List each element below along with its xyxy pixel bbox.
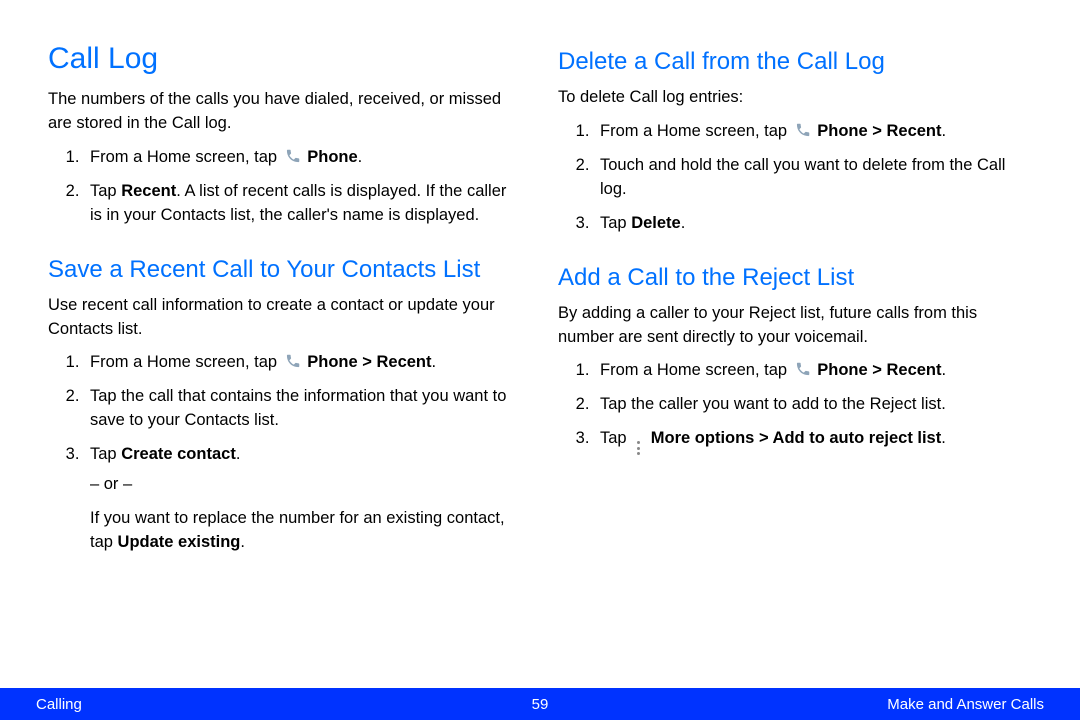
text: Tap — [90, 445, 121, 463]
text: Tap — [90, 182, 121, 200]
text: . — [942, 361, 947, 379]
phone-icon — [285, 148, 301, 164]
text: . — [942, 122, 947, 140]
bold-recent: Recent — [121, 182, 176, 200]
alt-instruction: If you want to replace the number for an… — [90, 507, 522, 555]
step-2: Tap Recent. A list of recent calls is di… — [84, 180, 522, 228]
text: . — [681, 214, 686, 232]
footer-section-right: Make and Answer Calls — [887, 696, 1044, 713]
step-2: Tap the caller you want to add to the Re… — [594, 393, 1032, 417]
step-1: From a Home screen, tap Phone > Recent. — [594, 120, 1032, 144]
text: From a Home screen, tap — [600, 122, 792, 140]
footer-section-left: Calling — [36, 696, 82, 713]
bold-delete: Delete — [631, 214, 681, 232]
heading-delete-call: Delete a Call from the Call Log — [558, 48, 1032, 76]
call-log-intro: The numbers of the calls you have dialed… — [48, 88, 522, 136]
bold-phone-recent: Phone > Recent — [817, 361, 941, 379]
heading-call-log: Call Log — [48, 42, 522, 76]
delete-intro: To delete Call log entries: — [558, 86, 1032, 110]
text: Tap — [600, 429, 631, 447]
text: From a Home screen, tap — [600, 361, 792, 379]
text: From a Home screen, tap — [90, 148, 282, 166]
save-intro: Use recent call information to create a … — [48, 294, 522, 342]
bold-phone: Phone — [307, 148, 357, 166]
reject-intro: By adding a caller to your Reject list, … — [558, 302, 1032, 350]
text: From a Home screen, tap — [90, 353, 282, 371]
text: . — [941, 429, 946, 447]
step-3: Tap Create contact. – or – If you want t… — [84, 443, 522, 555]
or-divider: – or – — [90, 473, 522, 497]
bold-update-existing: Update existing — [118, 533, 241, 551]
manual-page: Call Log The numbers of the calls you ha… — [0, 0, 1080, 720]
call-log-steps: From a Home screen, tap Phone. Tap Recen… — [48, 146, 522, 228]
phone-icon — [795, 122, 811, 138]
save-steps: From a Home screen, tap Phone > Recent. … — [48, 351, 522, 554]
right-column: Delete a Call from the Call Log To delet… — [558, 42, 1032, 565]
content-area: Call Log The numbers of the calls you ha… — [0, 0, 1080, 565]
step-2: Tap the call that contains the informati… — [84, 385, 522, 433]
step-1: From a Home screen, tap Phone > Recent. — [84, 351, 522, 375]
bold-create-contact: Create contact — [121, 445, 236, 463]
page-footer: Calling 59 Make and Answer Calls — [0, 688, 1080, 720]
delete-steps: From a Home screen, tap Phone > Recent. … — [558, 120, 1032, 236]
text: . — [240, 533, 245, 551]
step-3: Tap Delete. — [594, 212, 1032, 236]
phone-icon — [795, 361, 811, 377]
text: . — [236, 445, 241, 463]
bold-more-options: More options > Add to auto reject list — [651, 429, 941, 447]
step-2: Touch and hold the call you want to dele… — [594, 154, 1032, 202]
left-column: Call Log The numbers of the calls you ha… — [48, 42, 522, 565]
step-1: From a Home screen, tap Phone > Recent. — [594, 359, 1032, 383]
text: Tap — [600, 214, 631, 232]
text: . — [358, 148, 363, 166]
heading-add-reject: Add a Call to the Reject List — [558, 264, 1032, 292]
bold-phone-recent: Phone > Recent — [817, 122, 941, 140]
reject-steps: From a Home screen, tap Phone > Recent. … — [558, 359, 1032, 455]
step-3: Tap More options > Add to auto reject li… — [594, 427, 1032, 455]
text: . — [432, 353, 437, 371]
more-options-icon — [633, 441, 643, 455]
phone-icon — [285, 353, 301, 369]
step-1: From a Home screen, tap Phone. — [84, 146, 522, 170]
heading-save-recent: Save a Recent Call to Your Contacts List — [48, 256, 522, 284]
bold-phone-recent: Phone > Recent — [307, 353, 431, 371]
